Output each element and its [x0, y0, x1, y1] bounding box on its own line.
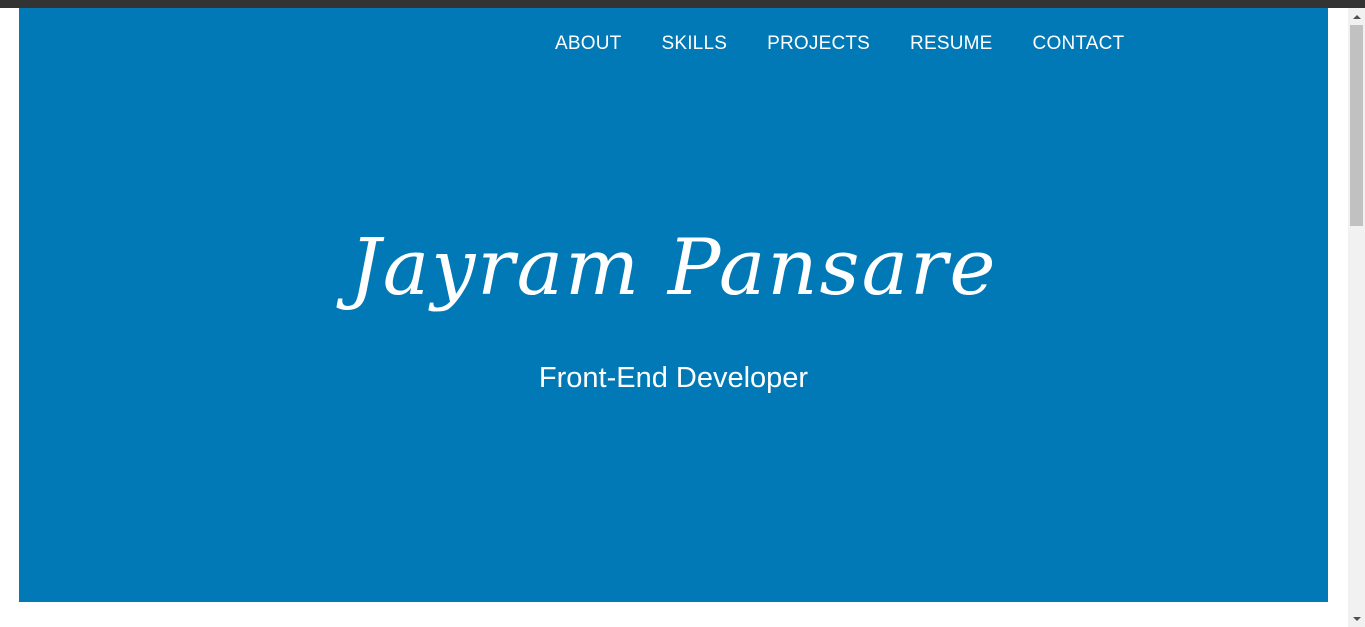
hero-name: Jayram Pansare	[349, 223, 998, 313]
page-scrollbar[interactable]	[1348, 8, 1365, 627]
page: ABOUT SKILLS PROJECTS RESUME CONTACT Jay…	[0, 8, 1348, 627]
scroll-up-arrow-icon[interactable]	[1348, 8, 1365, 25]
nav-link-resume[interactable]: RESUME	[910, 30, 993, 58]
hero-role: Front-End Developer	[538, 362, 809, 394]
nav-link-about[interactable]: ABOUT	[555, 30, 621, 58]
nav-link-skills[interactable]: SKILLS	[661, 30, 727, 58]
scrollbar-thumb[interactable]	[1350, 25, 1363, 226]
main-nav: ABOUT SKILLS PROJECTS RESUME CONTACT	[555, 30, 1124, 58]
nav-link-projects[interactable]: PROJECTS	[767, 30, 870, 58]
nav-link-contact[interactable]: CONTACT	[1033, 30, 1125, 58]
browser-top-bar	[0, 0, 1365, 8]
hero-section: ABOUT SKILLS PROJECTS RESUME CONTACT Jay…	[19, 8, 1328, 602]
scroll-down-arrow-icon[interactable]	[1348, 610, 1365, 627]
